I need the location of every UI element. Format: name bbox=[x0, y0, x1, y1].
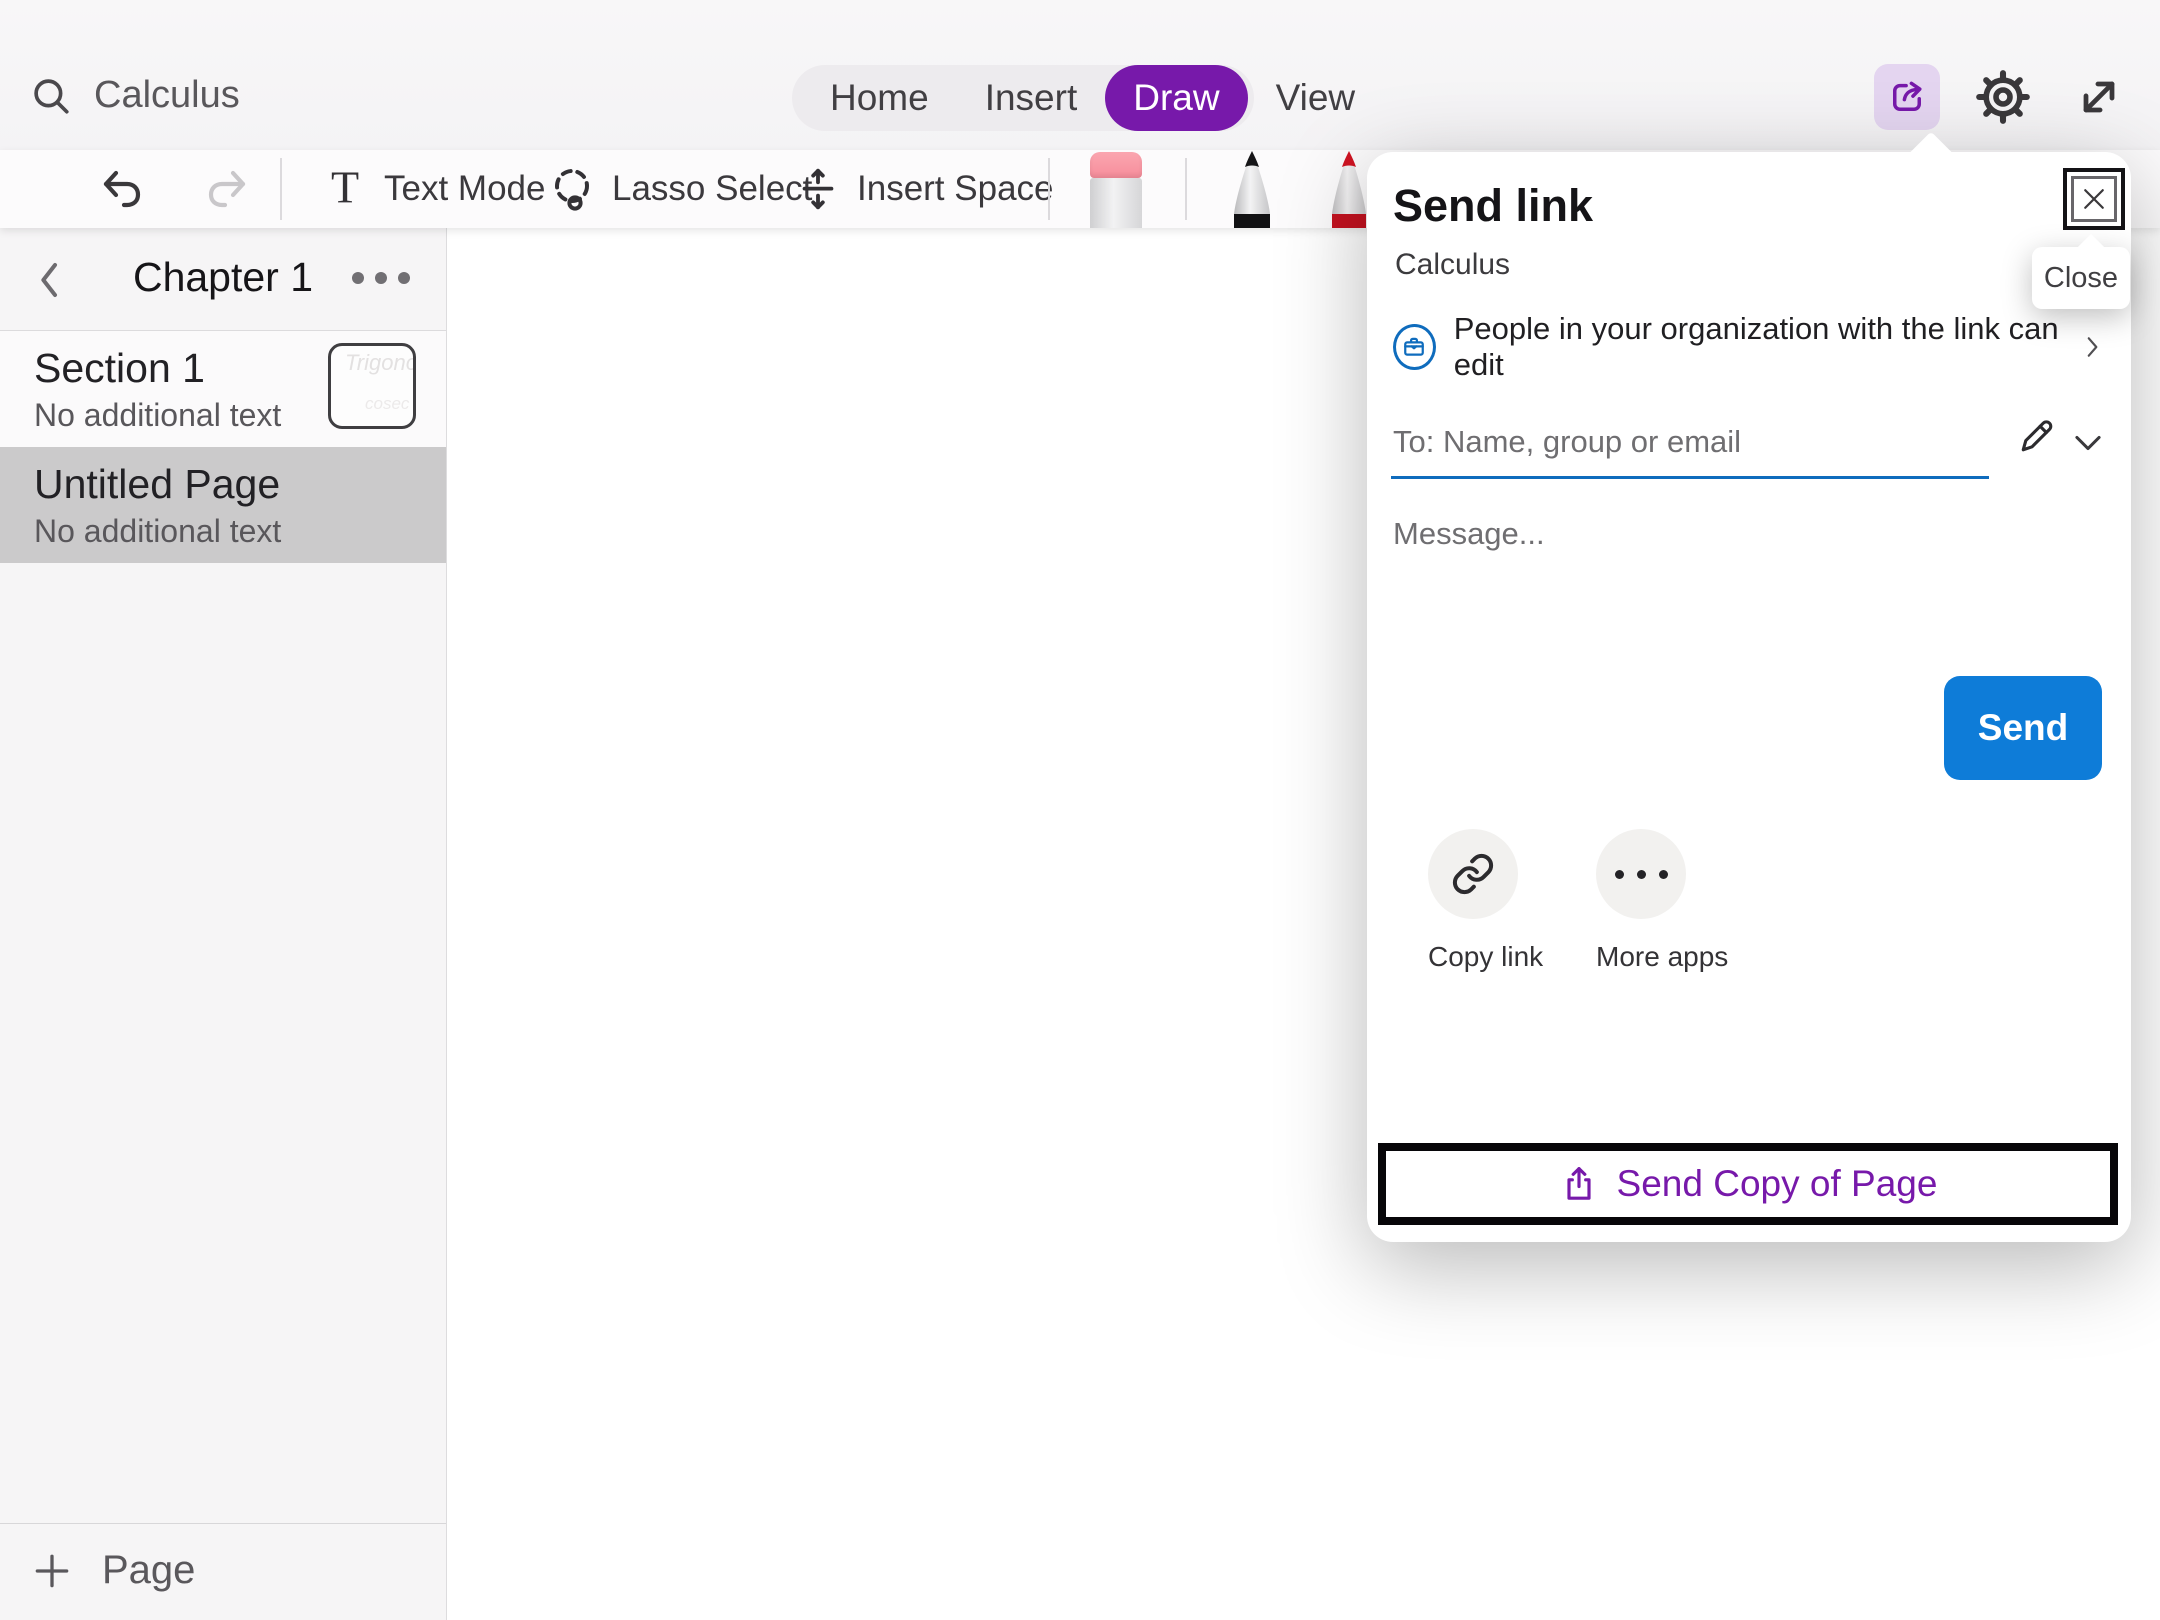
notebook-title: Calculus bbox=[94, 74, 240, 117]
section-more-button[interactable] bbox=[352, 272, 410, 284]
svg-text:T: T bbox=[331, 166, 359, 212]
share-icon bbox=[1886, 76, 1928, 118]
add-page-button[interactable]: Page bbox=[30, 1548, 195, 1593]
toolbar-divider bbox=[280, 158, 282, 220]
text-mode-button[interactable]: T Text Mode bbox=[322, 150, 545, 228]
sidebar-footer: Page bbox=[0, 1523, 446, 1620]
tab-draw[interactable]: Draw bbox=[1105, 65, 1247, 131]
gear-icon bbox=[1975, 69, 2031, 125]
more-apps-button[interactable]: More apps bbox=[1596, 829, 1686, 973]
onenote-app: Calculus Home Insert Draw View bbox=[0, 0, 2160, 1620]
permission-text: People in your organization with the lin… bbox=[1454, 311, 2063, 383]
pencil-icon[interactable] bbox=[2015, 414, 2059, 458]
share-button[interactable] bbox=[1874, 64, 1940, 130]
page-thumbnail: Trigono cosec bbox=[328, 343, 416, 429]
red-pen-tool[interactable] bbox=[1326, 150, 1372, 228]
text-mode-icon: T bbox=[322, 166, 368, 212]
more-apps-icon bbox=[1596, 829, 1686, 919]
page-list-item-untitled-selected[interactable]: Untitled Page No additional text bbox=[0, 447, 446, 563]
eraser-body bbox=[1090, 178, 1142, 228]
undo-button[interactable] bbox=[98, 150, 146, 228]
send-link-dialog: Send link Calculus Close People in your … bbox=[1367, 152, 2131, 1242]
send-copy-label: Send Copy of Page bbox=[1617, 1163, 1938, 1205]
lasso-icon bbox=[548, 165, 596, 213]
send-button[interactable]: Send bbox=[1944, 676, 2102, 780]
copy-link-button[interactable]: Copy link bbox=[1428, 829, 1518, 973]
insert-space-icon bbox=[795, 166, 841, 212]
black-pen-tool[interactable] bbox=[1227, 150, 1277, 228]
page-list-item-section1[interactable]: Section 1 No additional text Trigono cos… bbox=[0, 331, 446, 447]
more-apps-label: More apps bbox=[1596, 941, 1686, 973]
notebook-search[interactable]: Calculus bbox=[30, 74, 240, 117]
settings-button[interactable] bbox=[1970, 64, 2036, 130]
tooltip-pointer bbox=[2077, 234, 2105, 262]
eraser-cap bbox=[1090, 152, 1142, 178]
ribbon-tab-bar: Home Insert Draw View bbox=[792, 65, 1254, 131]
eraser-tool[interactable] bbox=[1090, 152, 1142, 228]
close-icon bbox=[2079, 184, 2109, 214]
sidebar-header: Chapter 1 bbox=[0, 228, 446, 331]
to-field-wrap bbox=[1391, 418, 1985, 479]
to-input[interactable] bbox=[1391, 418, 1989, 479]
link-permission-row[interactable]: People in your organization with the lin… bbox=[1393, 322, 2105, 372]
chevron-down-icon[interactable] bbox=[2069, 424, 2107, 462]
plus-icon bbox=[30, 1549, 74, 1593]
search-icon bbox=[30, 75, 72, 117]
dialog-title: Send link bbox=[1393, 180, 1593, 232]
dialog-subtitle: Calculus bbox=[1395, 248, 1510, 282]
page-item-title: Section 1 bbox=[34, 345, 205, 392]
page-item-subtitle: No additional text bbox=[34, 513, 281, 550]
send-copy-of-page-button[interactable]: Send Copy of Page bbox=[1378, 1143, 2118, 1225]
toolbar-divider bbox=[1185, 158, 1187, 220]
tab-view[interactable]: View bbox=[1248, 65, 1384, 131]
organization-briefcase-icon bbox=[1393, 324, 1436, 370]
tab-insert[interactable]: Insert bbox=[957, 65, 1106, 131]
copy-link-label: Copy link bbox=[1428, 941, 1518, 973]
top-nav-bar: Calculus Home Insert Draw View bbox=[0, 0, 2160, 150]
send-copy-icon bbox=[1559, 1164, 1599, 1204]
chevron-right-icon bbox=[2079, 334, 2105, 360]
close-tooltip: Close bbox=[2032, 247, 2130, 309]
close-button[interactable] bbox=[2063, 168, 2125, 230]
message-field-wrap bbox=[1391, 510, 1991, 558]
page-item-subtitle: No additional text bbox=[34, 397, 281, 434]
insert-space-button[interactable]: Insert Space bbox=[795, 150, 1054, 228]
toolbar-divider bbox=[1048, 158, 1050, 220]
close-button-focus-ring bbox=[2071, 176, 2117, 222]
page-item-title: Untitled Page bbox=[34, 461, 280, 508]
expand-icon bbox=[2073, 71, 2125, 123]
page-list-sidebar: Chapter 1 Section 1 No additional text T… bbox=[0, 228, 447, 1620]
lasso-select-button[interactable]: Lasso Select bbox=[548, 150, 812, 228]
fullscreen-button[interactable] bbox=[2066, 64, 2132, 130]
tab-home[interactable]: Home bbox=[802, 65, 957, 131]
top-right-actions bbox=[1874, 64, 2132, 130]
message-input[interactable] bbox=[1391, 510, 1995, 558]
redo-button[interactable] bbox=[203, 150, 251, 228]
copy-link-icon bbox=[1428, 829, 1518, 919]
